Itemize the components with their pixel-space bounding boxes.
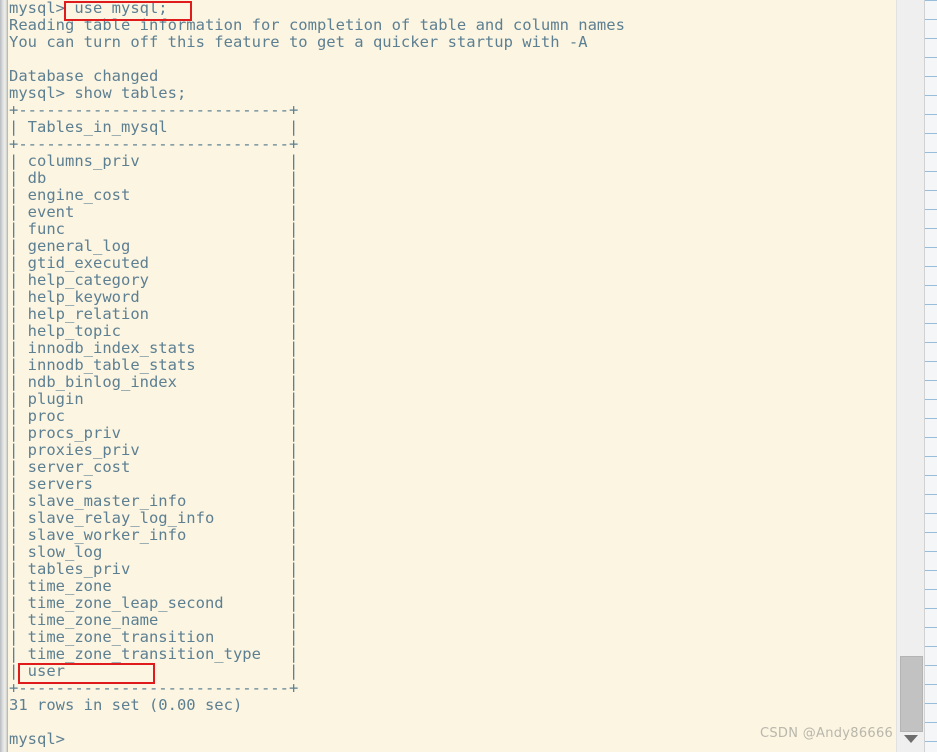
terminal-line: | server_cost | [9, 458, 299, 476]
terminal-output-text: mysql> use mysql; Reading table informati… [9, 0, 889, 748]
terminal-line: You can turn off this feature to get a q… [9, 33, 588, 51]
terminal-line: | db | [9, 169, 299, 187]
terminal-line: | innodb_table_stats | [9, 356, 299, 374]
terminal-line: | servers | [9, 475, 299, 493]
terminal-line: | slave_master_info | [9, 492, 299, 510]
terminal-line: | help_relation | [9, 305, 299, 323]
terminal-line: | gtid_executed | [9, 254, 299, 272]
terminal-line: mysql> show tables; [9, 84, 187, 102]
terminal-line: | procs_priv | [9, 424, 299, 442]
terminal-line: mysql> [9, 730, 75, 748]
terminal-line: | event | [9, 203, 299, 221]
terminal-line: | slave_worker_info | [9, 526, 299, 544]
terminal-line: +-----------------------------+ [9, 101, 299, 119]
terminal-line: mysql> use mysql; [9, 0, 168, 17]
terminal-line: | time_zone_transition_type | [9, 645, 299, 663]
terminal-line: | proxies_priv | [9, 441, 299, 459]
terminal-line: Reading table information for completion… [9, 16, 625, 34]
vertical-scrollbar[interactable] [896, 0, 925, 752]
terminal-line: | innodb_index_stats | [9, 339, 299, 357]
terminal-line: | time_zone | [9, 577, 299, 595]
terminal-line: Database changed [9, 67, 159, 85]
terminal-line: | slow_log | [9, 543, 299, 561]
terminal-line: | engine_cost | [9, 186, 299, 204]
terminal-line: | func | [9, 220, 299, 238]
terminal-line: | Tables_in_mysql | [9, 118, 299, 136]
terminal-line: | proc | [9, 407, 299, 425]
terminal-line: | tables_priv | [9, 560, 299, 578]
screenshot-root: mysql> use mysql; Reading table informati… [0, 0, 937, 752]
terminal-line: | user | [9, 662, 299, 680]
terminal-line: | help_keyword | [9, 288, 299, 306]
terminal-line: | columns_priv | [9, 152, 299, 170]
terminal-line: | slave_relay_log_info | [9, 509, 299, 527]
terminal-line: +-----------------------------+ [9, 135, 299, 153]
terminal-line: 31 rows in set (0.00 sec) [9, 696, 243, 714]
terminal-line: | time_zone_leap_second | [9, 594, 299, 612]
terminal-line: | time_zone_transition | [9, 628, 299, 646]
scroll-down-arrow-icon[interactable] [904, 735, 918, 743]
mysql-terminal-window[interactable]: mysql> use mysql; Reading table informati… [0, 0, 896, 752]
terminal-line: | help_topic | [9, 322, 299, 340]
csdn-watermark: CSDN @Andy86666 [760, 726, 894, 741]
terminal-line: +-----------------------------+ [9, 679, 299, 697]
terminal-line: | help_category | [9, 271, 299, 289]
terminal-line: | general_log | [9, 237, 299, 255]
terminal-line: | plugin | [9, 390, 299, 408]
terminal-left-edge [0, 0, 8, 752]
scrollbar-thumb[interactable] [900, 656, 923, 732]
terminal-line: | ndb_binlog_index | [9, 373, 299, 391]
terminal-line: | time_zone_name | [9, 611, 299, 629]
